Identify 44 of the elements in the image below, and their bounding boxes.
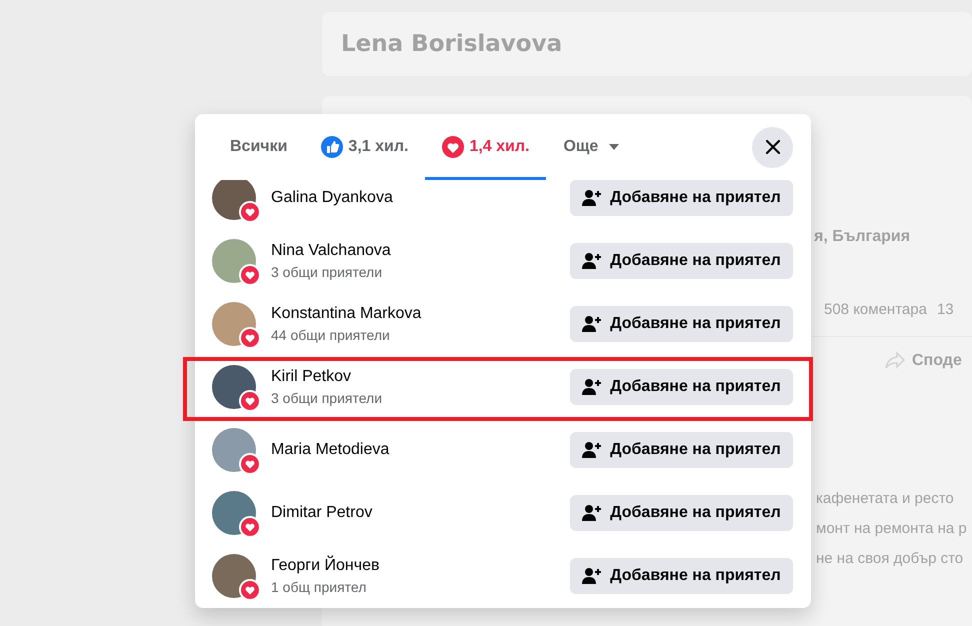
share-icon	[884, 351, 906, 371]
add-friend-button[interactable]: Добавяне на приятел	[570, 242, 793, 278]
reaction-tab[interactable]: Всички	[213, 114, 304, 180]
close-button[interactable]	[752, 126, 793, 168]
person-name[interactable]: Dimitar Petrov	[271, 504, 570, 522]
heart-badge-icon	[239, 390, 261, 412]
reaction-tab[interactable]: 3,1 хил.	[304, 114, 426, 180]
reaction-tab[interactable]: Още	[546, 114, 636, 180]
person-name[interactable]: Георги Йончев	[271, 556, 570, 574]
add-person-icon	[582, 504, 602, 522]
add-friend-button[interactable]: Добавяне на приятел	[570, 306, 793, 342]
add-person-icon	[582, 440, 602, 458]
add-person-icon	[582, 314, 602, 332]
add-friend-button[interactable]: Добавяне на приятел	[570, 368, 793, 404]
add-person-icon	[582, 252, 602, 270]
add-friend-button[interactable]: Добавяне на приятел	[570, 558, 793, 594]
add-person-icon	[582, 566, 602, 584]
person-name[interactable]: Nina Valchanova	[271, 242, 570, 260]
heart-badge-icon	[239, 264, 261, 286]
close-icon	[764, 139, 780, 155]
mutual-friends[interactable]: 44 общи приятели	[271, 326, 570, 342]
person-name[interactable]: Kiril Petkov	[271, 368, 570, 386]
reaction-tab[interactable]: 1,4 хил.	[425, 114, 546, 180]
heart-badge-icon	[239, 578, 261, 600]
person-name[interactable]: Maria Metodieva	[271, 440, 570, 458]
mutual-friends[interactable]: 1 общ приятел	[271, 578, 570, 594]
location-text: я, България	[814, 228, 912, 246]
add-person-icon	[582, 378, 602, 396]
caret-icon	[609, 144, 620, 150]
heart-badge-icon	[239, 452, 261, 474]
heart-badge-icon	[239, 516, 261, 538]
add-person-icon	[582, 188, 602, 206]
add-friend-button[interactable]: Добавяне на приятел	[570, 180, 793, 216]
mutual-friends[interactable]: 3 общи приятели	[271, 264, 570, 280]
heart-badge-icon	[239, 200, 261, 222]
post-text: кафенетата и ресто монт на ремонта на р не на своя добър сто	[816, 489, 968, 569]
mutual-friends[interactable]: 3 общи приятели	[271, 390, 570, 406]
thumbs-up-icon	[321, 136, 344, 158]
person-name[interactable]: Konstantina Markova	[271, 304, 570, 322]
person-name[interactable]: Galina Dyankova	[271, 188, 570, 206]
profile-name: Lena Borislavova	[341, 31, 562, 57]
add-friend-button[interactable]: Добавяне на приятел	[570, 494, 793, 530]
heart-badge-icon	[239, 326, 261, 348]
add-friend-button[interactable]: Добавяне на приятел	[570, 432, 793, 468]
